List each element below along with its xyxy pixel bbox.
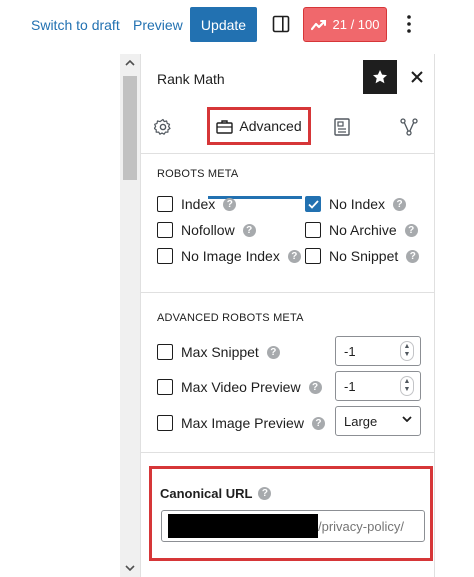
max-snippet-value: -1 — [344, 343, 356, 359]
max-video-preview-label: Max Video Preview — [181, 379, 301, 395]
canonical-url-value: /privacy-policy/ — [318, 518, 404, 534]
section-divider — [141, 292, 435, 293]
briefcase-icon — [216, 119, 234, 134]
canonical-url-section: Canonical URL ? /privacy-policy/ — [149, 466, 433, 561]
tab-advanced[interactable]: Advanced — [207, 107, 311, 145]
spinner-control[interactable]: ▲ ▼ — [400, 341, 414, 361]
switch-to-draft-button[interactable]: Switch to draft — [31, 17, 120, 33]
scrollbar[interactable] — [120, 54, 140, 577]
robots-nosnippet-option[interactable]: No Snippet ? — [305, 248, 420, 264]
noarchive-checkbox[interactable] — [305, 222, 321, 238]
index-checkbox[interactable] — [157, 196, 173, 212]
tab-snippet[interactable] — [331, 116, 353, 138]
robots-noimageindex-option[interactable]: No Image Index ? — [157, 248, 301, 264]
noimageindex-checkbox[interactable] — [157, 248, 173, 264]
robots-meta-heading: ROBOTS META — [157, 168, 239, 180]
tab-general[interactable] — [152, 116, 174, 138]
scroll-up-arrow[interactable] — [120, 54, 140, 72]
noarchive-label: No Archive — [329, 222, 397, 238]
rank-math-score-button[interactable]: 21 / 100 — [303, 7, 387, 42]
canonical-url-label-text: Canonical URL — [160, 486, 253, 501]
help-icon[interactable]: ? — [258, 487, 272, 500]
kebab-menu-icon — [407, 15, 411, 33]
panel-title: Rank Math — [157, 71, 225, 87]
nofollow-checkbox[interactable] — [157, 222, 173, 238]
close-icon — [411, 71, 423, 83]
checkmark-icon — [307, 199, 319, 209]
editor-edge — [434, 54, 474, 577]
update-button[interactable]: Update — [190, 7, 257, 42]
max-image-preview-option[interactable]: Max Image Preview ? — [157, 415, 325, 431]
max-image-preview-select[interactable]: Large — [335, 406, 421, 436]
nosnippet-checkbox[interactable] — [305, 248, 321, 264]
robots-noindex-option[interactable]: No Index ? — [305, 196, 407, 212]
canonical-url-input[interactable]: /privacy-policy/ — [161, 510, 425, 542]
max-video-preview-option[interactable]: Max Video Preview ? — [157, 379, 322, 395]
section-divider — [141, 452, 435, 453]
help-icon[interactable]: ? — [404, 223, 418, 237]
max-image-preview-checkbox[interactable] — [157, 415, 173, 431]
nosnippet-label: No Snippet — [329, 248, 399, 264]
max-video-preview-checkbox[interactable] — [157, 379, 173, 395]
tab-advanced-label: Advanced — [239, 118, 302, 134]
robots-index-option[interactable]: Index ? — [157, 196, 237, 212]
help-icon[interactable]: ? — [223, 197, 237, 211]
document-icon — [334, 118, 350, 136]
noimageindex-label: No Image Index — [181, 248, 280, 264]
help-icon[interactable]: ? — [266, 345, 280, 359]
preview-button[interactable]: Preview — [133, 17, 183, 33]
redacted-domain — [168, 514, 318, 538]
spinner-control[interactable]: ▲ ▼ — [400, 376, 414, 396]
noindex-checkbox[interactable] — [305, 196, 321, 212]
max-image-preview-label: Max Image Preview — [181, 415, 304, 431]
scrollbar-thumb[interactable] — [123, 76, 137, 180]
pin-button[interactable] — [363, 60, 397, 94]
help-icon[interactable]: ? — [287, 249, 301, 263]
panel-tabs: Advanced — [141, 100, 435, 199]
max-snippet-label: Max Snippet — [181, 344, 259, 360]
index-label: Index — [181, 196, 216, 212]
nofollow-label: Nofollow — [181, 222, 235, 238]
robots-noarchive-option[interactable]: No Archive ? — [305, 222, 418, 238]
max-snippet-option[interactable]: Max Snippet ? — [157, 344, 280, 360]
sidebar-toggle-button[interactable] — [270, 13, 292, 35]
noindex-label: No Index — [329, 196, 386, 212]
max-video-preview-value: -1 — [344, 378, 356, 394]
help-icon[interactable]: ? — [311, 416, 325, 430]
max-video-preview-input[interactable]: -1 ▲ ▼ — [335, 371, 421, 401]
help-icon[interactable]: ? — [406, 249, 420, 263]
gear-icon — [154, 118, 171, 135]
max-image-preview-value: Large — [344, 413, 378, 429]
tab-schema[interactable] — [398, 116, 420, 138]
robots-nofollow-option[interactable]: Nofollow ? — [157, 222, 256, 238]
star-icon — [373, 70, 387, 84]
chevron-down-icon — [125, 565, 135, 571]
rank-math-panel: Rank Math Advanced ROBOTS META Index ? N… — [140, 54, 435, 577]
canonical-url-label: Canonical URL ? — [160, 486, 272, 501]
advanced-robots-meta-heading: ADVANCED ROBOTS META — [157, 312, 304, 324]
options-menu-button[interactable] — [401, 12, 417, 36]
scroll-down-arrow[interactable] — [120, 559, 140, 577]
max-snippet-checkbox[interactable] — [157, 344, 173, 360]
editor-toolbar: Switch to draft Preview Update 21 / 100 — [0, 0, 474, 54]
help-icon[interactable]: ? — [393, 197, 407, 211]
schema-icon — [400, 118, 418, 136]
sidebar-icon — [272, 15, 290, 33]
chevron-up-icon — [125, 60, 135, 66]
max-snippet-input[interactable]: -1 ▲ ▼ — [335, 336, 421, 366]
seo-score: 21 / 100 — [332, 17, 380, 32]
help-icon[interactable]: ? — [308, 380, 322, 394]
help-icon[interactable]: ? — [242, 223, 256, 237]
close-panel-button[interactable] — [407, 66, 427, 88]
chevron-down-icon — [402, 416, 412, 422]
rank-math-logo-icon — [310, 19, 326, 30]
